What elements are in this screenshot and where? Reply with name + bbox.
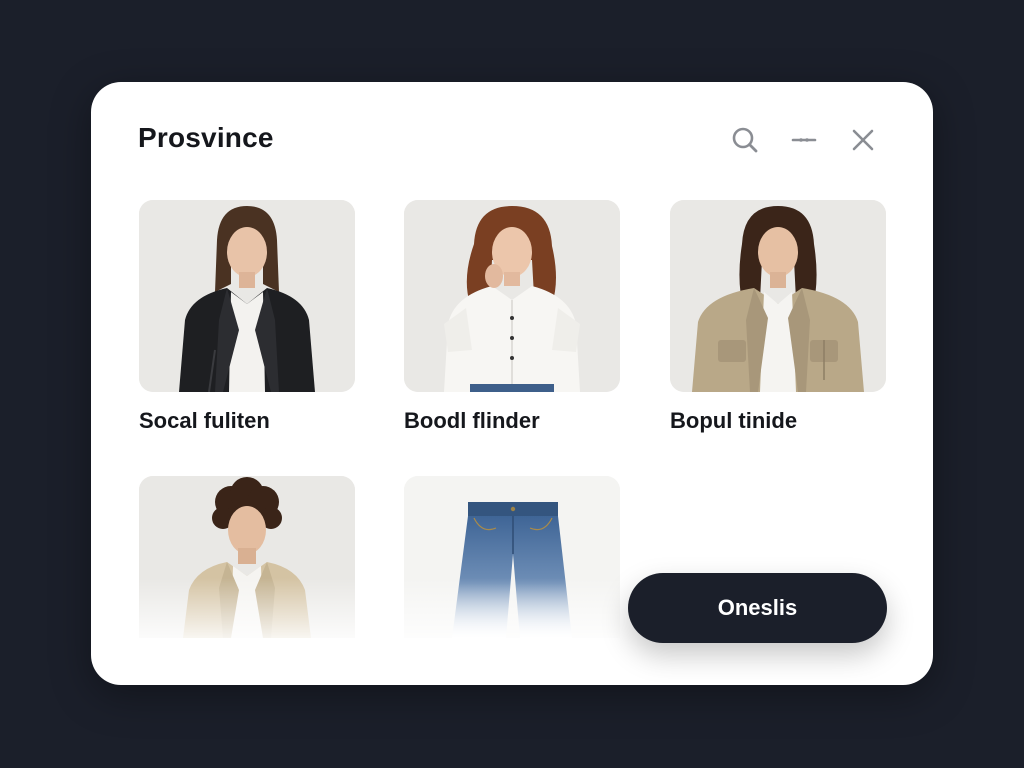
product-card[interactable] <box>139 476 355 638</box>
product-card[interactable] <box>404 476 620 638</box>
image-fade <box>139 578 355 638</box>
product-image-cream-overshirt[interactable] <box>139 476 355 638</box>
product-name[interactable]: Boodl flinder <box>404 408 620 434</box>
close-icon <box>852 129 874 151</box>
product-name[interactable]: Socal fuliten <box>139 408 355 434</box>
app-backdrop: Prosvince Socal fuliten Boodl flinder Bo… <box>0 0 1024 768</box>
product-image-jeans[interactable] <box>404 476 620 638</box>
primary-action-button[interactable]: Oneslis <box>628 573 887 643</box>
search-button[interactable] <box>727 122 763 158</box>
image-fade <box>404 578 620 638</box>
product-image-white-shirt[interactable] <box>404 200 620 392</box>
product-card[interactable]: Bopul tinide <box>670 200 886 434</box>
close-button[interactable] <box>845 122 881 158</box>
header-actions <box>727 122 881 158</box>
search-icon <box>732 127 758 153</box>
minimize-button[interactable] <box>786 122 822 158</box>
product-card[interactable]: Boodl flinder <box>404 200 620 434</box>
product-name[interactable]: Bopul tinide <box>670 408 886 434</box>
product-panel: Prosvince Socal fuliten Boodl flinder Bo… <box>91 82 933 685</box>
product-image-leather-jacket[interactable] <box>139 200 355 392</box>
minimize-icon <box>791 138 817 142</box>
page-title: Prosvince <box>138 122 274 153</box>
product-card[interactable]: Socal fuliten <box>139 200 355 434</box>
product-image-utility-jacket[interactable] <box>670 200 886 392</box>
